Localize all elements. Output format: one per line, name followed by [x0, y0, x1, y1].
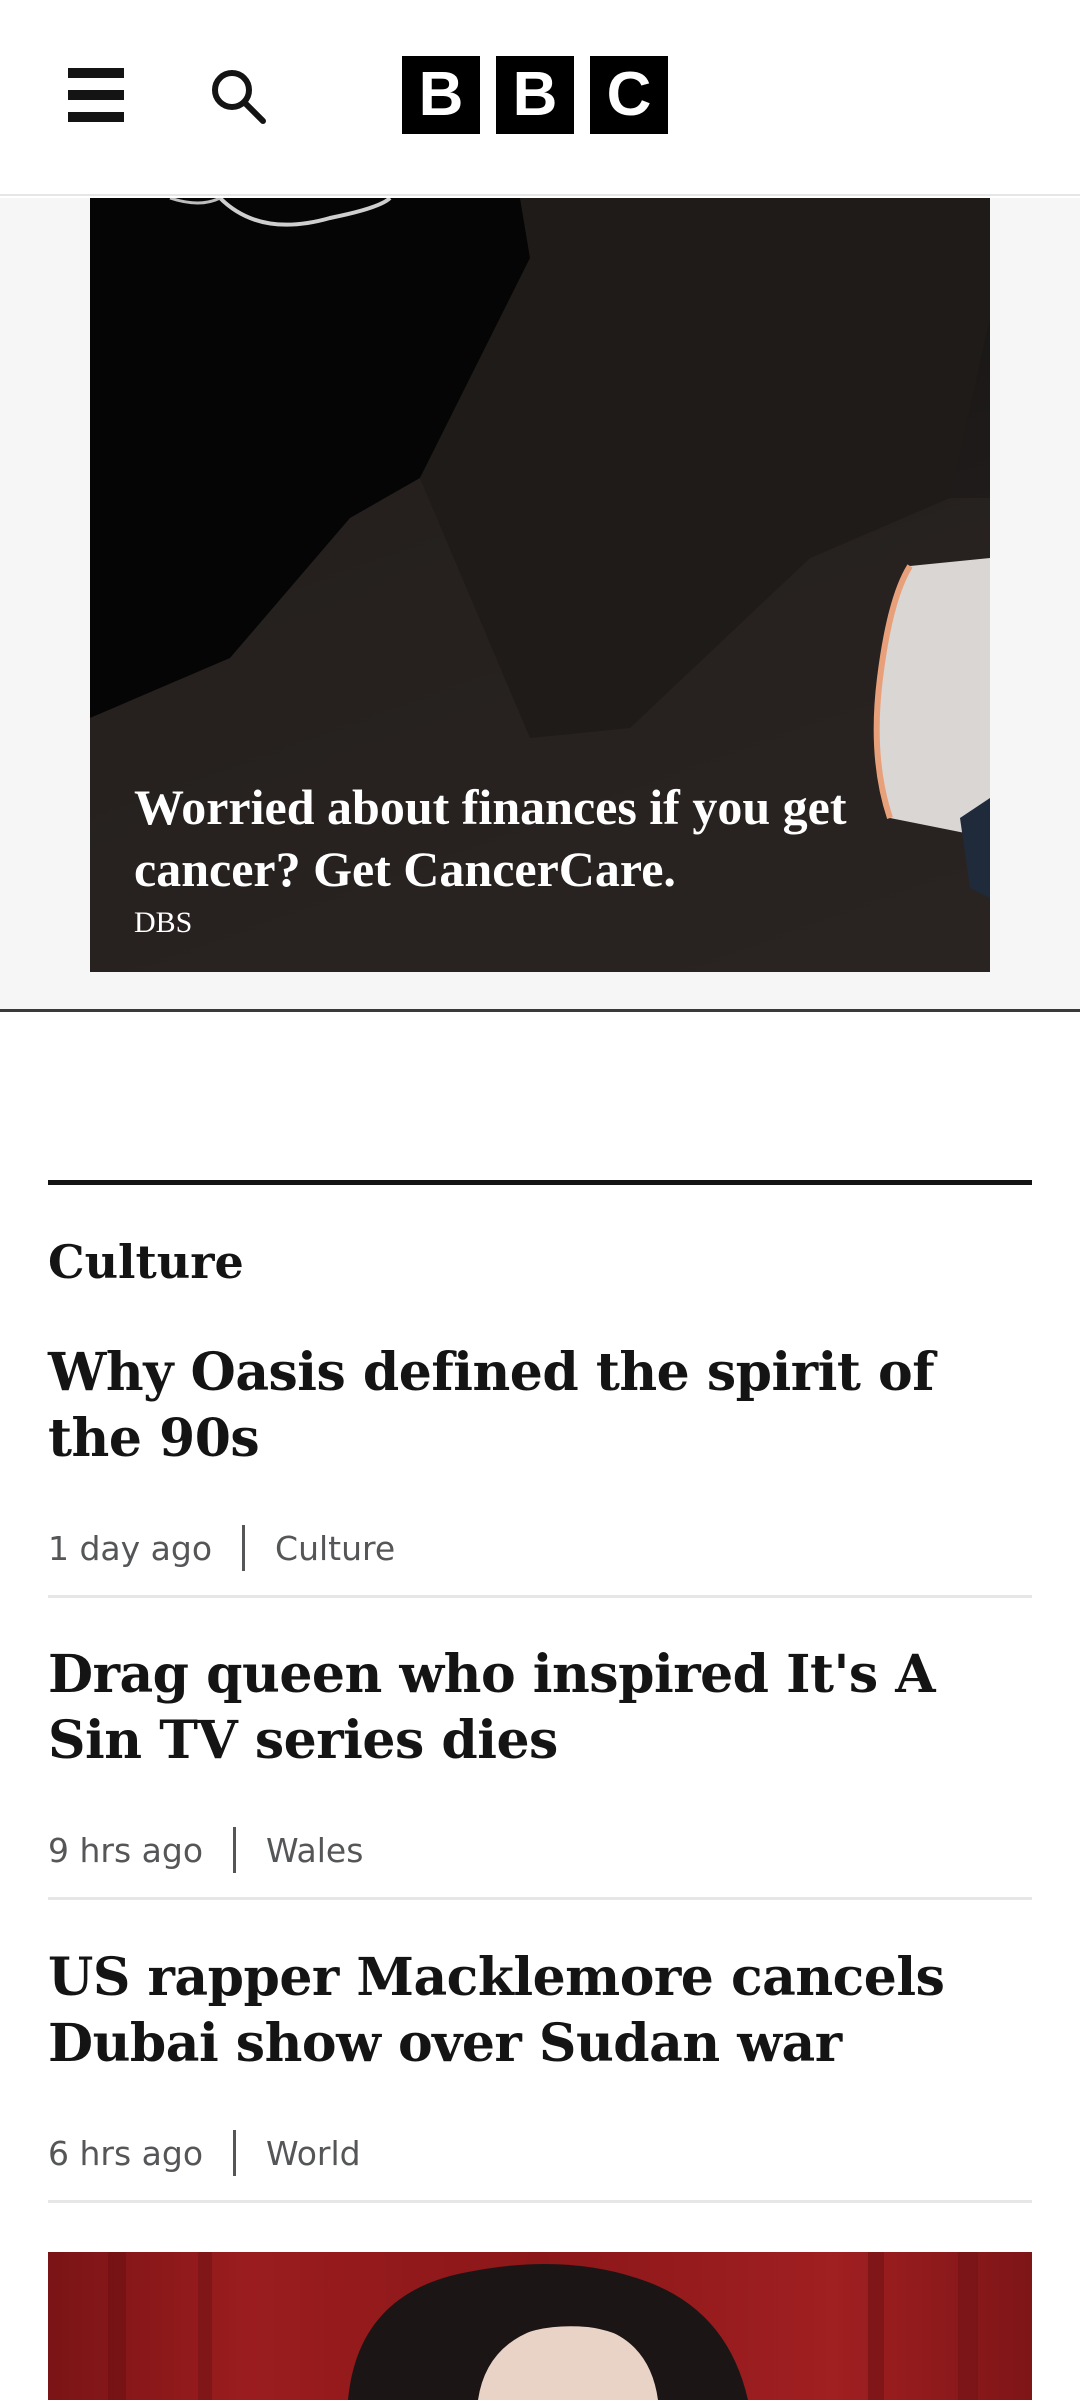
- logo-letter-b2: B: [496, 56, 574, 134]
- story-category: World: [266, 2133, 361, 2173]
- meta-divider: [233, 1827, 237, 1873]
- story-card[interactable]: US rapper Macklemore cancels Dubai show …: [48, 1945, 1032, 2203]
- story-image[interactable]: [48, 2252, 1032, 2400]
- story-meta: 9 hrs ago Wales: [48, 1826, 1032, 1874]
- story-meta: 1 day ago Culture: [48, 1524, 1032, 1572]
- search-icon[interactable]: [208, 66, 268, 126]
- meta-divider: [242, 1525, 246, 1571]
- meta-divider: [233, 2130, 237, 2176]
- logo-letter-c: C: [590, 56, 668, 134]
- story-timestamp: 9 hrs ago: [48, 1830, 204, 1870]
- story-headline[interactable]: Why Oasis defined the spirit of the 90s: [48, 1340, 1032, 1472]
- logo-letter-b1: B: [402, 56, 480, 134]
- story-category: Wales: [266, 1830, 364, 1870]
- story-timestamp: 6 hrs ago: [48, 2133, 204, 2173]
- bbc-logo[interactable]: B B C: [402, 56, 668, 134]
- section-title[interactable]: Culture: [48, 1234, 244, 1290]
- story-headline[interactable]: US rapper Macklemore cancels Dubai show …: [48, 1945, 1032, 2077]
- menu-icon[interactable]: [64, 66, 124, 124]
- story-card[interactable]: Why Oasis defined the spirit of the 90s …: [48, 1340, 1032, 1598]
- advertisement-banner[interactable]: Worried about finances if you get cancer…: [90, 198, 990, 972]
- story-card[interactable]: Drag queen who inspired It's A Sin TV se…: [48, 1642, 1032, 1900]
- story-timestamp: 1 day ago: [48, 1528, 213, 1568]
- top-header: B B C: [0, 0, 1080, 196]
- ad-headline: Worried about finances if you get cancer…: [134, 779, 847, 897]
- story-category: Culture: [275, 1528, 396, 1568]
- section-divider: [48, 1180, 1032, 1185]
- ad-sponsor: DBS: [134, 906, 193, 939]
- advertisement-container: Worried about finances if you get cancer…: [0, 198, 1080, 1012]
- story-headline[interactable]: Drag queen who inspired It's A Sin TV se…: [48, 1642, 1032, 1774]
- story-meta: 6 hrs ago World: [48, 2129, 1032, 2177]
